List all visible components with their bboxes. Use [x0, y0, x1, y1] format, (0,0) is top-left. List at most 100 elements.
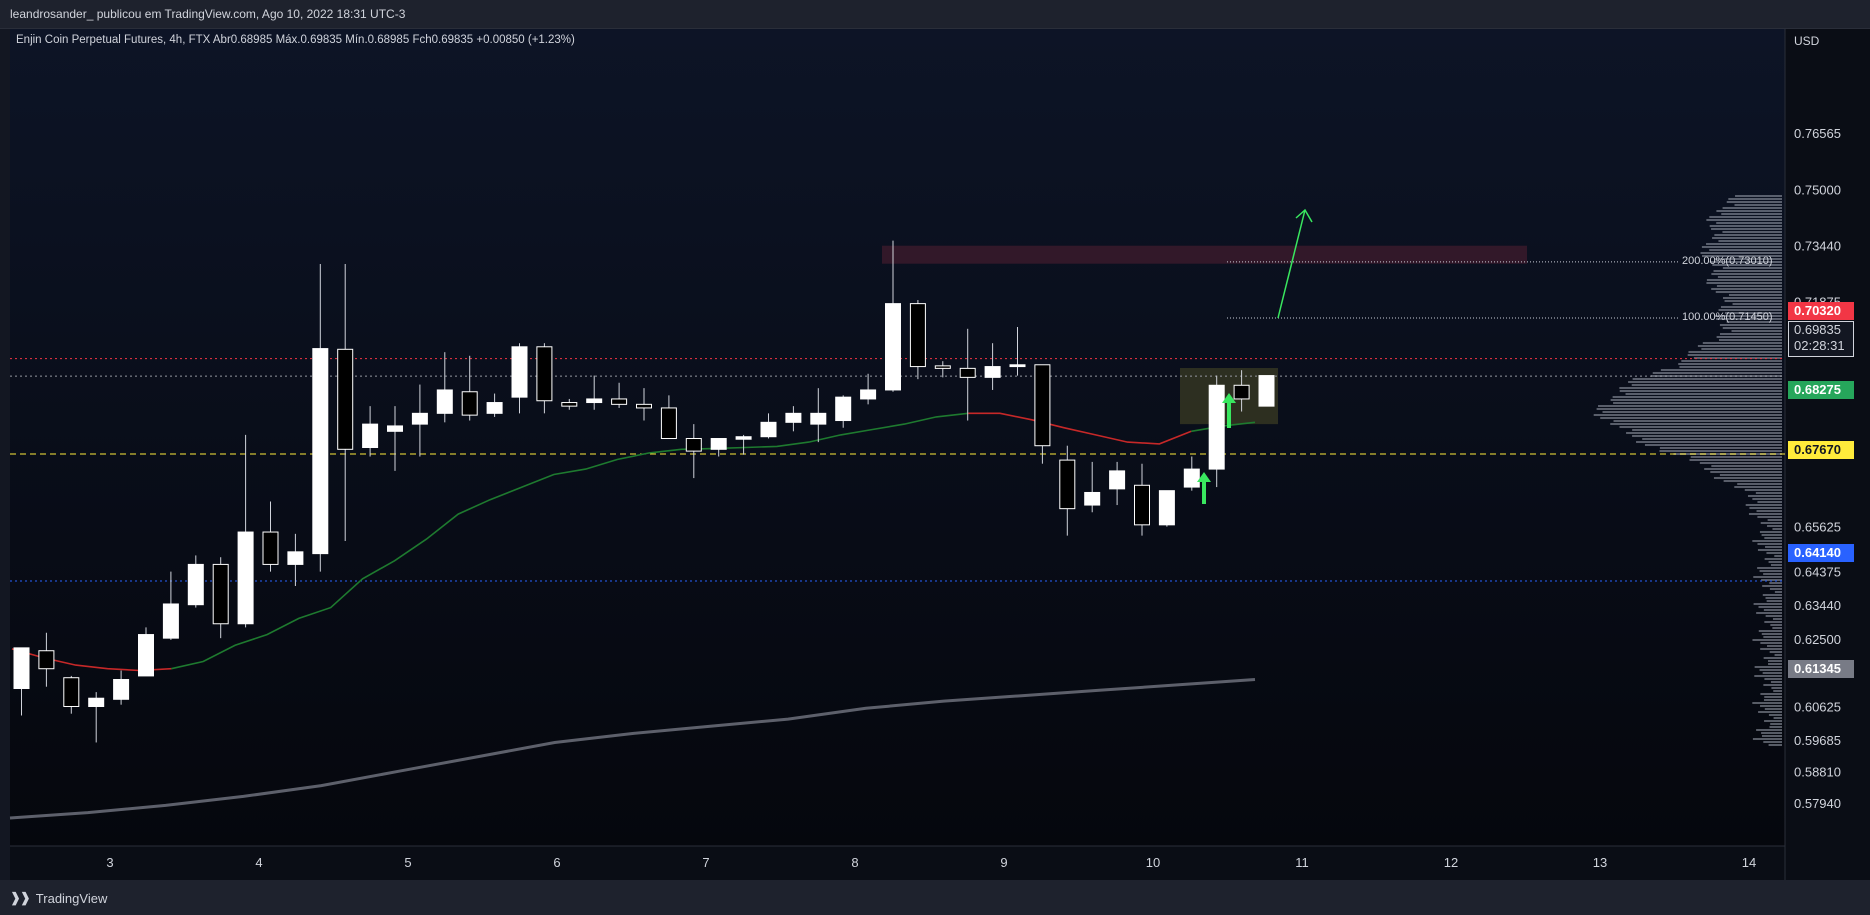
volume-profile-bar: [1766, 600, 1782, 602]
chart[interactable]: 200.00%(0.73010) 100.00%(0.71450) 0.76565…: [0, 0, 1870, 915]
volume-profile-bar: [1753, 603, 1782, 605]
currency-label[interactable]: USD: [1794, 34, 1819, 48]
volume-profile-bar: [1760, 522, 1782, 524]
volume-profile-bar: [1690, 456, 1782, 458]
volume-profile-bar: [1768, 744, 1782, 746]
volume-profile-bar: [1702, 342, 1782, 344]
tradingview-brand[interactable]: ❱❱ TradingView: [10, 890, 107, 906]
volume-profile-bar: [1769, 726, 1782, 728]
time-tick-label: 6: [553, 855, 560, 870]
volume-profile-bar: [1758, 606, 1782, 608]
volume-profile-bar: [1752, 540, 1782, 542]
volume-profile-bar: [1706, 279, 1782, 281]
symbol-legend[interactable]: Enjin Coin Perpetual Futures, 4h, FTX Ab…: [16, 34, 575, 46]
current-price-tag[interactable]: 0.69835 02:28:31: [1788, 321, 1854, 357]
price-tick-label: 0.73440: [1794, 238, 1841, 253]
candle-body: [885, 303, 901, 391]
volume-profile-bar: [1762, 585, 1782, 587]
volume-profile-bar: [1764, 678, 1782, 680]
candle-body: [486, 402, 503, 414]
time-axis-background: [10, 846, 1785, 880]
volume-profile-bar: [1763, 699, 1782, 701]
volume-profile-bar: [1652, 372, 1782, 374]
candle-body: [237, 531, 254, 625]
candle-body: [362, 423, 379, 449]
price-tag-blue[interactable]: 0.64140: [1788, 544, 1854, 562]
high-label: Máx.: [275, 34, 301, 46]
volume-profile-bar: [1767, 645, 1782, 647]
candle-body: [760, 421, 777, 438]
volume-profile-bar: [1752, 498, 1782, 500]
volume-profile-bar: [1760, 693, 1782, 695]
volume-profile-bar: [1631, 384, 1782, 386]
volume-profile-bar: [1731, 330, 1782, 332]
price-tag-yellow[interactable]: 0.67670: [1788, 441, 1854, 459]
volume-profile-bar: [1773, 690, 1782, 692]
volume-profile-bar: [1744, 489, 1782, 491]
volume-profile-bar: [1765, 615, 1782, 617]
volume-profile-bar: [1610, 423, 1782, 425]
candle-body: [113, 679, 130, 700]
candle-body: [835, 396, 852, 422]
chart-background: [10, 28, 1785, 846]
volume-profile-bar: [1756, 510, 1782, 512]
volume-profile-bar: [1761, 732, 1782, 734]
volume-profile-bar: [1761, 534, 1782, 536]
volume-profile-bar: [1764, 696, 1782, 698]
volume-profile-bar: [1719, 474, 1782, 476]
volume-profile-bar: [1709, 249, 1782, 251]
volume-profile-bar: [1711, 465, 1782, 467]
price-tick-label: 0.64375: [1794, 565, 1841, 580]
price-tick-label: 0.60625: [1794, 699, 1841, 714]
candle-body: [685, 438, 702, 452]
volume-profile-bar: [1596, 408, 1782, 410]
symbol-name[interactable]: Enjin Coin Perpetual Futures, 4h, FTX: [16, 34, 210, 46]
volume-profile-bar: [1681, 360, 1782, 362]
volume-profile-bar: [1770, 723, 1782, 725]
candle-body: [461, 391, 478, 416]
candle-body: [1084, 491, 1101, 506]
volume-profile-bar: [1728, 294, 1782, 296]
volume-profile-bar: [1632, 429, 1782, 431]
volume-profile-bar: [1768, 660, 1782, 662]
candle-body: [785, 412, 802, 423]
volume-profile-bar: [1722, 231, 1782, 233]
volume-profile-bar: [1704, 468, 1782, 470]
candle-body: [1059, 459, 1076, 510]
time-tick-label: 7: [702, 855, 709, 870]
volume-profile-bar: [1770, 681, 1782, 683]
candle-body: [337, 348, 354, 450]
volume-profile-bar: [1757, 501, 1782, 503]
time-tick-label: 3: [106, 855, 113, 870]
volume-profile-bar: [1724, 300, 1782, 302]
volume-profile-bar: [1718, 339, 1782, 341]
volume-profile-bar: [1628, 381, 1782, 383]
candle-body: [387, 425, 403, 432]
volume-profile-bar: [1769, 651, 1782, 653]
time-tick-label: 9: [1000, 855, 1007, 870]
candle-body: [1183, 468, 1200, 488]
candle-body: [162, 603, 179, 639]
volume-profile-bar: [1764, 558, 1782, 560]
candle-body: [187, 563, 204, 606]
volume-profile-bar: [1737, 483, 1782, 485]
price-tag-green[interactable]: 0.68275: [1788, 381, 1854, 399]
price-tag-red[interactable]: 0.70320: [1788, 302, 1854, 320]
price-tick-label: 0.65625: [1794, 520, 1841, 535]
time-tick-label: 4: [255, 855, 262, 870]
volume-profile-bar: [1759, 669, 1782, 671]
volume-profile-bar: [1748, 513, 1782, 515]
volume-profile-bar: [1764, 537, 1782, 539]
candle-body: [287, 551, 304, 565]
volume-profile-bar: [1734, 204, 1782, 206]
candle-body: [611, 398, 628, 405]
volume-profile-bar: [1756, 729, 1782, 731]
volume-profile-bar: [1701, 246, 1782, 248]
volume-profile-bar: [1697, 345, 1782, 347]
volume-profile-bar: [1756, 612, 1782, 614]
candle-body: [88, 697, 105, 707]
tradingview-logo-icon: ❱❱: [10, 890, 31, 905]
price-tag-gray[interactable]: 0.61345: [1788, 660, 1854, 678]
time-tick-label: 8: [851, 855, 858, 870]
candle-body: [13, 647, 30, 690]
